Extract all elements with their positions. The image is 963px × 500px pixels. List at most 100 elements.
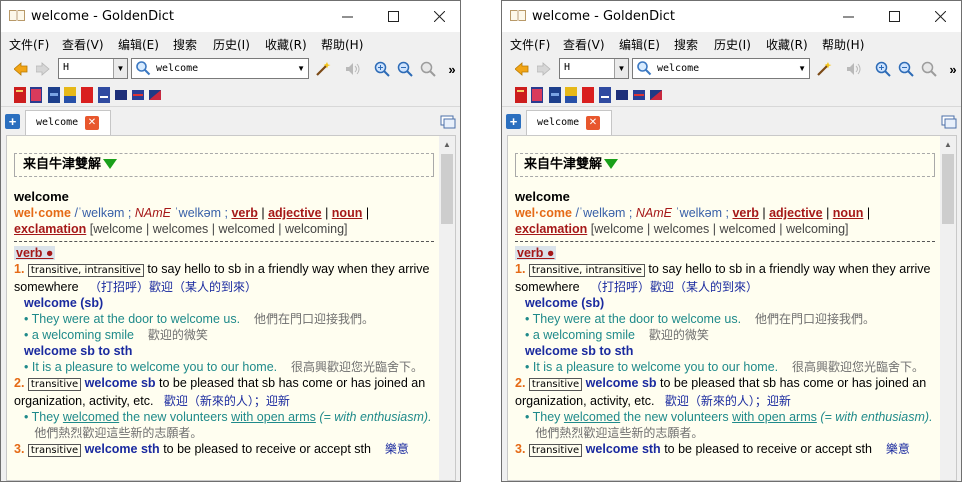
- pos-link-verb[interactable]: verb: [231, 206, 257, 220]
- example-chinese: 他們在門口迎接我們。: [253, 312, 374, 326]
- chevron-down-icon[interactable]: ▼: [297, 64, 305, 73]
- menu-history[interactable]: 历史(I): [714, 36, 751, 53]
- maximize-button[interactable]: [871, 1, 917, 32]
- dictionary-icon[interactable]: [115, 87, 127, 103]
- menu-favorites[interactable]: 收藏(R): [265, 36, 307, 53]
- menu-file[interactable]: 文件(F): [510, 36, 550, 53]
- scrollbar-thumb[interactable]: [942, 154, 954, 224]
- pos-link-adjective[interactable]: adjective: [268, 206, 322, 220]
- dictionary-icon[interactable]: [616, 87, 628, 103]
- example-link[interactable]: with open arms: [231, 410, 316, 424]
- search-input[interactable]: [156, 61, 291, 76]
- collapse-triangle-icon[interactable]: [604, 159, 619, 169]
- dictionary-icon[interactable]: [81, 87, 93, 103]
- dictionary-icon[interactable]: [599, 87, 611, 103]
- zoom-in-button[interactable]: [874, 60, 892, 78]
- pos-link-verb[interactable]: verb: [732, 206, 758, 220]
- menu-help[interactable]: 帮助(H): [822, 36, 864, 53]
- menu-view[interactable]: 查看(V): [563, 36, 605, 53]
- scan-popup-button[interactable]: [815, 60, 833, 78]
- scan-popup-button[interactable]: [314, 60, 332, 78]
- example: • a welcoming smile: [525, 328, 635, 342]
- chevron-down-icon[interactable]: ▼: [798, 64, 806, 73]
- dictionary-icon[interactable]: [549, 87, 561, 103]
- toolbar-overflow-icon[interactable]: »: [443, 60, 460, 78]
- vertical-scrollbar[interactable]: ▲: [439, 136, 455, 480]
- menu-search[interactable]: 搜索: [674, 36, 698, 53]
- dictionary-icon[interactable]: [149, 87, 161, 103]
- group-select[interactable]: H ▼: [58, 58, 128, 79]
- zoom-out-button[interactable]: [897, 60, 915, 78]
- speaker-icon: [346, 63, 360, 75]
- dictionary-icon[interactable]: [64, 87, 76, 103]
- article-view[interactable]: 来自牛津雙解 welcome wel·come /ˈwelkəm ; NAmE …: [507, 135, 957, 481]
- tab-list-icon[interactable]: [941, 115, 957, 129]
- example-link[interactable]: with open arms: [732, 410, 817, 424]
- article-view[interactable]: 来自牛津雙解 welcome wel·come /ˈwelkəm ; NAmE …: [6, 135, 456, 481]
- pos-link-noun[interactable]: noun: [833, 206, 864, 220]
- dictionary-icon[interactable]: [30, 87, 42, 103]
- toolbar-overflow-icon[interactable]: »: [944, 60, 961, 78]
- pronounce-button[interactable]: [845, 60, 863, 78]
- dictionary-icon[interactable]: [650, 87, 662, 103]
- minimize-button[interactable]: [324, 1, 370, 32]
- menu-edit[interactable]: 编辑(E): [619, 36, 660, 53]
- dictionary-icon[interactable]: [48, 87, 60, 103]
- zoom-reset-button[interactable]: [920, 60, 938, 78]
- dictionary-icon[interactable]: [565, 87, 577, 103]
- tab-welcome[interactable]: welcome ✕: [25, 110, 111, 136]
- dictionary-icon[interactable]: [531, 87, 543, 103]
- pos-link-adjective[interactable]: adjective: [769, 206, 823, 220]
- pronounce-button[interactable]: [344, 60, 362, 78]
- menu-help[interactable]: 帮助(H): [321, 36, 363, 53]
- collapse-triangle-icon[interactable]: [103, 159, 118, 169]
- maximize-button[interactable]: [370, 1, 416, 32]
- tab-list-icon[interactable]: [440, 115, 456, 129]
- minimize-button[interactable]: [825, 1, 871, 32]
- zoom-out-button[interactable]: [396, 60, 414, 78]
- zoom-reset-button[interactable]: [419, 60, 437, 78]
- dictionary-icon[interactable]: [582, 87, 594, 103]
- zoom-in-button[interactable]: [373, 60, 391, 78]
- example-link[interactable]: welcomed: [63, 410, 119, 424]
- search-combo[interactable]: ▼: [632, 58, 810, 79]
- vertical-scrollbar[interactable]: ▲: [940, 136, 956, 480]
- back-button[interactable]: [12, 60, 30, 78]
- menu-edit[interactable]: 编辑(E): [118, 36, 159, 53]
- title-bar[interactable]: welcome - GoldenDict: [1, 1, 460, 32]
- menu-view[interactable]: 查看(V): [62, 36, 104, 53]
- search-combo[interactable]: ▼: [131, 58, 309, 79]
- menu-history[interactable]: 历史(I): [213, 36, 250, 53]
- menu-favorites[interactable]: 收藏(R): [766, 36, 808, 53]
- forward-button[interactable]: [34, 60, 52, 78]
- forward-button[interactable]: [535, 60, 553, 78]
- tab-welcome[interactable]: welcome ✕: [526, 110, 612, 136]
- scrollbar-thumb[interactable]: [441, 154, 453, 224]
- close-button[interactable]: [917, 1, 961, 32]
- close-tab-icon[interactable]: ✕: [85, 116, 99, 130]
- pos-link-exclamation[interactable]: exclamation: [515, 222, 587, 236]
- dictionary-icon[interactable]: [633, 87, 645, 103]
- add-tab-button[interactable]: +: [5, 114, 20, 129]
- dictionary-icon[interactable]: [14, 87, 26, 103]
- pos-link-noun[interactable]: noun: [332, 206, 363, 220]
- dictionary-header[interactable]: 来自牛津雙解: [515, 153, 935, 177]
- dictionary-header[interactable]: 来自牛津雙解: [14, 153, 434, 177]
- scroll-up-icon[interactable]: ▲: [944, 140, 952, 149]
- back-button[interactable]: [513, 60, 531, 78]
- menu-search[interactable]: 搜索: [173, 36, 197, 53]
- close-button[interactable]: [416, 1, 460, 32]
- dictionary-icon[interactable]: [132, 87, 144, 103]
- dictionary-icon[interactable]: [98, 87, 110, 103]
- scroll-up-icon[interactable]: ▲: [443, 140, 451, 149]
- pos-link-exclamation[interactable]: exclamation: [14, 222, 86, 236]
- dictionary-icon[interactable]: [515, 87, 527, 103]
- close-tab-icon[interactable]: ✕: [586, 116, 600, 130]
- group-select[interactable]: H ▼: [559, 58, 629, 79]
- example-link[interactable]: welcomed: [564, 410, 620, 424]
- tab-label: welcome: [537, 117, 580, 128]
- add-tab-button[interactable]: +: [506, 114, 521, 129]
- search-input[interactable]: [657, 61, 792, 76]
- menu-file[interactable]: 文件(F): [9, 36, 49, 53]
- title-bar[interactable]: welcome - GoldenDict: [502, 1, 961, 32]
